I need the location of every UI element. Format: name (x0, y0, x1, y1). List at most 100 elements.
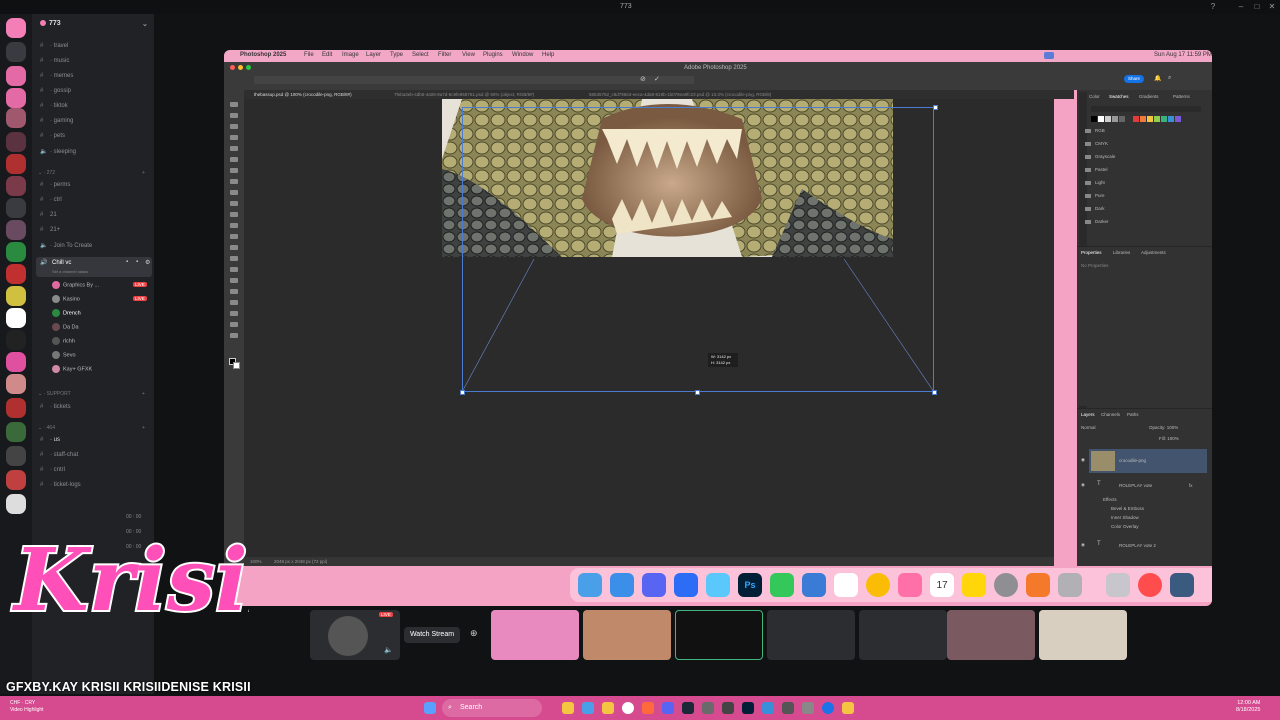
maximize-icon[interactable]: □ (1252, 2, 1262, 12)
eyedropper-icon[interactable] (230, 179, 238, 184)
channel-item[interactable]: # · travel (40, 43, 68, 53)
color-swatch[interactable] (1168, 116, 1174, 122)
server-icon[interactable] (6, 398, 26, 418)
voice-user[interactable]: Drench (52, 309, 81, 321)
color-swatch[interactable] (1098, 116, 1104, 122)
color-swatch[interactable] (1112, 116, 1118, 122)
channel-item[interactable]: # · gossip (40, 88, 71, 98)
taskbar-search[interactable]: ⌕ Search (442, 699, 542, 717)
menu-layer[interactable]: Layer (366, 52, 381, 58)
add-channel-icon[interactable]: + (142, 170, 145, 176)
channel-item[interactable]: # · staff-chat (40, 452, 78, 462)
tab-libraries[interactable]: Libraries (1113, 250, 1130, 255)
channel-item[interactable]: # · perms (40, 182, 70, 192)
doc-tab[interactable]: 7feba3eb-4db5-4a06-8a7d-8c9fe958761.psd … (394, 92, 534, 97)
channel-item[interactable]: #21+ (40, 227, 60, 237)
zoom-level[interactable]: 100% (250, 559, 262, 564)
server-icon[interactable] (6, 374, 26, 394)
swatch-folder[interactable]: Darker (1085, 219, 1109, 229)
color-swatch[interactable] (1175, 116, 1181, 122)
server-icon[interactable] (6, 446, 26, 466)
options-bar[interactable] (254, 76, 694, 84)
app-icon[interactable] (602, 702, 614, 714)
server-icon[interactable] (6, 422, 26, 442)
voice-user[interactable]: Kay+ GFXK (52, 365, 92, 377)
discord-icon[interactable] (642, 573, 666, 597)
minimize-window-icon[interactable] (238, 65, 243, 70)
channel-item[interactable]: # · tickets (40, 404, 71, 414)
document-canvas[interactable]: W: 3142 px H: 3142 px (244, 99, 1054, 561)
tab-color[interactable]: Color (1089, 94, 1100, 99)
app-icon[interactable] (842, 702, 854, 714)
voice-channel-item[interactable]: 🔈 · Join To Create (40, 242, 92, 252)
server-icon[interactable] (6, 132, 26, 152)
server-name[interactable]: 773 ⌄ (40, 20, 148, 28)
voice-user[interactable]: Kasino LIVE (52, 295, 147, 307)
channel-item[interactable]: # · gaming (40, 118, 73, 128)
artboard-tool-icon[interactable] (230, 113, 238, 118)
minimize-icon[interactable]: – (1236, 2, 1246, 12)
transform-bounding-box[interactable] (462, 107, 934, 392)
channel-item[interactable]: # · us (40, 437, 60, 447)
popout-icon[interactable]: ⊕ (470, 628, 478, 639)
windows-start-icon[interactable] (424, 702, 436, 714)
doc-tab[interactable]: thebassup.psd @ 100% (crocodile-png, RGB… (254, 92, 352, 97)
server-icon[interactable] (6, 286, 26, 306)
server-icon[interactable] (6, 242, 26, 262)
channel-item[interactable]: # · ctrl (40, 197, 62, 207)
tab-channels[interactable]: Channels (1101, 412, 1120, 417)
photoshop-icon[interactable] (742, 702, 754, 714)
blur-tool-icon[interactable] (230, 256, 238, 261)
type-tool-icon[interactable] (230, 289, 238, 294)
effect-item[interactable]: Bevel & Emboss (1111, 506, 1144, 511)
voice-user[interactable]: rlchh (52, 337, 75, 349)
chrome-icon[interactable] (866, 573, 890, 597)
voice-status[interactable]: Set a channel status (52, 269, 88, 274)
help-icon[interactable]: ? (1208, 2, 1218, 12)
active-voice-channel[interactable]: 🔊 Chill vc Set a channel status ▪ ▪ ⚙ (36, 257, 152, 277)
history-brush-icon[interactable] (230, 223, 238, 228)
steam-icon[interactable] (682, 702, 694, 714)
dodge-tool-icon[interactable] (230, 267, 238, 272)
category-header[interactable]: ⌄ · SUPPORT + (38, 391, 145, 400)
doc-tab[interactable]: 58535752_c8d79663-eeca-4da8-818b-1b078ea… (589, 92, 771, 97)
color-swatch[interactable] (1147, 116, 1153, 122)
swatch-folder[interactable]: CMYK (1085, 141, 1108, 151)
photos-icon[interactable] (898, 573, 922, 597)
transform-handle[interactable] (460, 390, 465, 395)
visibility-eye-icon[interactable]: ◉ (1081, 482, 1085, 488)
stream-tile[interactable] (767, 610, 855, 660)
share-button[interactable]: Share (1124, 75, 1144, 83)
color-swatch[interactable] (1154, 116, 1160, 122)
stream-tile[interactable] (947, 610, 1035, 660)
close-icon[interactable]: ✕ (1267, 2, 1277, 12)
app-icon[interactable] (802, 702, 814, 714)
volume-icon[interactable]: 🔈 (384, 646, 393, 654)
magic-wand-icon[interactable] (230, 146, 238, 151)
stream-tile[interactable] (859, 610, 947, 660)
pen-tool-icon[interactable] (230, 278, 238, 283)
zoom-window-icon[interactable] (246, 65, 251, 70)
tab-properties[interactable]: Properties (1081, 250, 1102, 255)
transform-handle[interactable] (932, 390, 937, 395)
swatch-folder[interactable]: Dark (1085, 206, 1105, 216)
chrome-icon[interactable] (822, 702, 834, 714)
swatch-folder[interactable]: Pure (1085, 193, 1105, 203)
server-icon[interactable] (6, 264, 26, 284)
app-icon[interactable] (582, 702, 594, 714)
stream-tile[interactable] (491, 610, 579, 660)
menu-image[interactable]: Image (342, 52, 359, 58)
channel-item[interactable]: # · tiktok (40, 103, 68, 113)
voice-user[interactable]: Da Da (52, 323, 79, 335)
gear-icon[interactable]: ⚙ (145, 259, 150, 266)
category-header[interactable]: ⌄ · 272 + (38, 170, 145, 179)
calendar-icon[interactable]: 17 (930, 573, 954, 597)
layer-row-selected[interactable]: ◉ crocodile-png (1081, 449, 1207, 473)
app-icon[interactable] (1170, 573, 1194, 597)
fx-icon[interactable]: fx (1189, 483, 1193, 488)
color-swatch[interactable] (1119, 116, 1125, 122)
inbox-icon[interactable] (6, 42, 26, 62)
stream-tile[interactable] (675, 610, 763, 660)
layer-row[interactable]: ◉ T ROLEPLAY vote 2 (1081, 539, 1207, 553)
channel-item[interactable]: # · cntrl (40, 467, 65, 477)
